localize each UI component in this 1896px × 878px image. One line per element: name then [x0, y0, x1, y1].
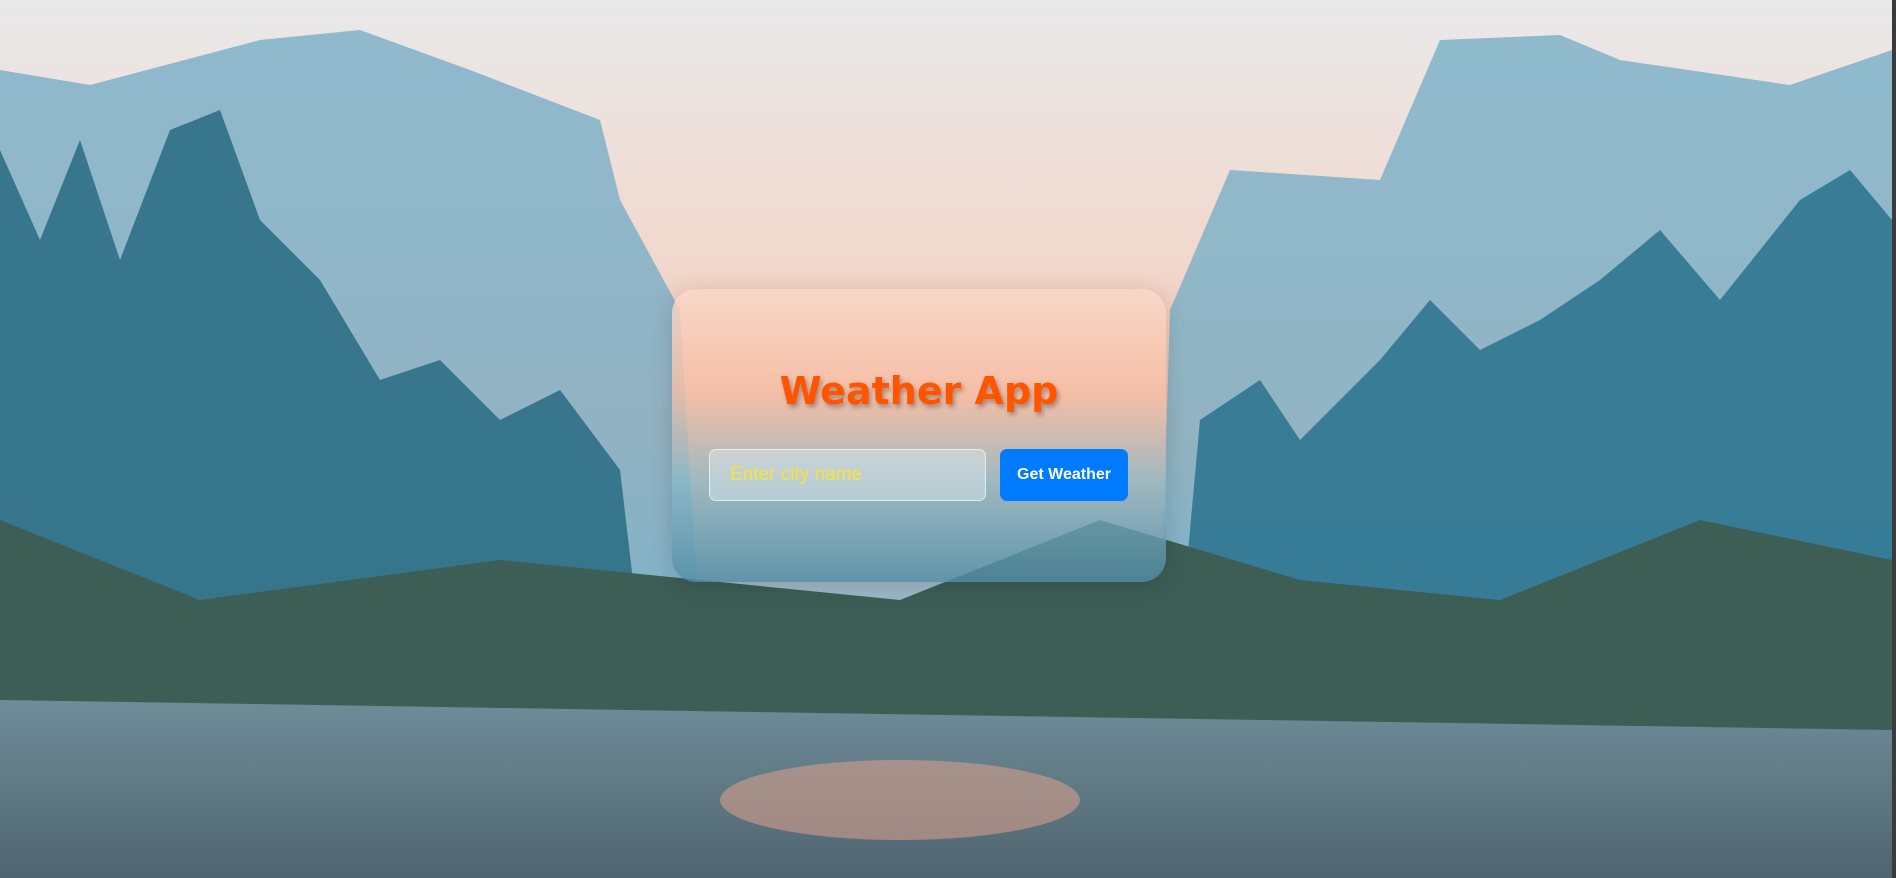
- get-weather-button[interactable]: Get Weather: [1000, 449, 1128, 501]
- weather-card: Weather App Get Weather: [672, 289, 1166, 582]
- city-name-input[interactable]: [709, 449, 986, 501]
- window-edge: [1892, 0, 1896, 878]
- app-title: Weather App: [779, 369, 1059, 413]
